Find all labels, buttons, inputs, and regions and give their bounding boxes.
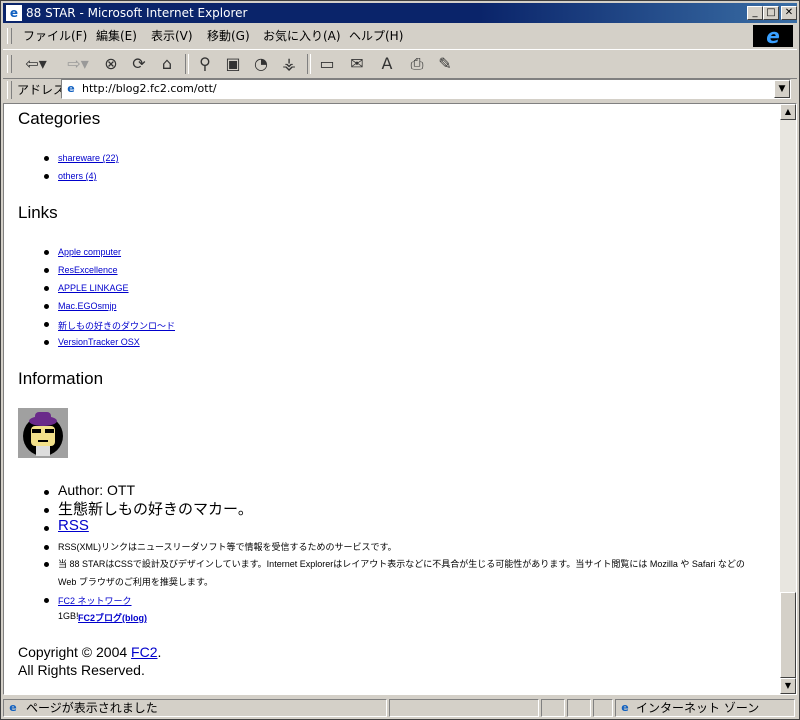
status-panel [541,699,565,717]
avatar [18,408,68,458]
status-panel [389,699,539,717]
link-mac-egosmjp[interactable]: Mac.EGOsmjp [58,301,117,311]
close-button[interactable]: ✕ [781,6,797,20]
ie-logo-icon: e [6,5,22,21]
search-icon[interactable]: ⚲ [193,53,217,75]
fc2-footer-link[interactable]: FC2 [131,644,157,660]
stop-icon[interactable]: ⊗ [99,53,123,75]
bullet [44,286,49,291]
home-icon[interactable]: ⌂ [155,53,179,75]
status-bar: e ページが表示されました e インターネット ゾーン [3,697,797,719]
maximize-button[interactable]: □ [763,6,779,20]
vertical-scrollbar[interactable]: ▲ ▼ [780,104,796,694]
title-bar: e 88 STAR - Microsoft Internet Explorer … [3,3,797,23]
fc2-network-link[interactable]: FC2 ネットワーク [58,594,132,607]
menu-file[interactable]: ファイル(F) [23,28,87,44]
bullet [44,268,49,273]
bullet [44,508,49,513]
edit-icon[interactable]: ✎ [433,53,457,75]
bullet [44,156,49,161]
address-url[interactable]: http://blog2.fc2.com/ott/ [82,81,217,97]
channels-icon[interactable]: ⚶ [277,53,301,75]
page-viewport: Categories shareware (22) others (4) Lin… [3,103,797,695]
bullet [44,545,49,550]
link-resexcellence[interactable]: ResExcellence [58,265,118,275]
status-text: ページが表示されました [26,701,158,715]
toolbar-separator [185,54,189,74]
bullet [44,340,49,345]
address-input[interactable]: e http://blog2.fc2.com/ott/ ▼ [61,79,791,99]
category-link-shareware[interactable]: shareware (22) [58,153,119,163]
status-main-panel: e ページが表示されました [3,699,387,717]
tagline-text: 生態新しもの好きのマカー。 [58,501,253,518]
fullscreen-icon[interactable]: ▭ [315,53,339,75]
menu-go[interactable]: 移動(G) [207,28,250,44]
menu-bar: ファイル(F) 編集(E) 表示(V) 移動(G) お気に入り(A) ヘルプ(H… [3,25,797,47]
bullet [44,174,49,179]
browser-notice: 当 88 STARはCSSで設計及びデザインしています。Internet Exp… [58,559,745,569]
address-dropdown-button[interactable]: ▼ [774,80,790,98]
link-download[interactable]: 新しもの好きのダウンロ～ド [58,319,175,332]
history-icon[interactable]: ◔ [249,53,273,75]
menu-view[interactable]: 表示(V) [151,28,193,44]
scroll-down-button[interactable]: ▼ [780,678,796,694]
copyright-period: . [157,644,162,660]
network-prefix: 1GB! [58,611,79,621]
link-versiontracker[interactable]: VersionTracker OSX [58,337,140,347]
menu-favorites[interactable]: お気に入り(A) [263,28,341,44]
window-title: 88 STAR - Microsoft Internet Explorer [26,6,248,20]
page-content: Categories shareware (22) others (4) Lin… [4,104,780,694]
category-link-others[interactable]: others (4) [58,171,97,181]
toolbar-separator [307,54,311,74]
back-icon[interactable]: ⇦▾ [19,53,53,75]
avatar-face-icon [23,412,63,456]
scroll-thumb[interactable] [780,592,796,678]
status-panel [593,699,613,717]
forward-icon[interactable]: ⇨▾ [61,53,95,75]
copyright-line: Copyright © 2004 FC2. [18,644,161,660]
links-heading: Links [18,203,58,222]
page-icon: e [67,82,75,95]
minimize-button[interactable]: _ [747,6,763,20]
zone-text: インターネット ゾーン [636,701,760,715]
font-icon[interactable]: A [375,53,399,75]
bullet [44,490,49,495]
refresh-icon[interactable]: ⟳ [127,53,151,75]
menu-edit[interactable]: 編集(E) [96,28,137,44]
rights-text: All Rights Reserved. [18,662,145,678]
toolbar-grip[interactable] [7,55,12,73]
browser-window: e 88 STAR - Microsoft Internet Explorer … [0,0,800,720]
security-zone-panel: e インターネット ゾーン [615,699,795,717]
bullet [44,562,49,567]
ie-brand-logo-icon: e [753,25,793,47]
rss-link[interactable]: RSS [58,517,89,534]
link-apple-linkage[interactable]: APPLE LINKAGE [58,283,129,293]
print-icon[interactable]: ⎙ [405,53,429,75]
information-heading: Information [18,369,104,388]
bullet [44,322,49,327]
mail-icon[interactable]: ✉ [345,53,369,75]
menu-grip[interactable] [7,28,12,44]
rss-description: RSS(XML)リンクはニュースリーダソフト等で情報を受信するためのサービスです… [58,542,397,552]
link-apple-computer[interactable]: Apple computer [58,247,121,257]
browser-notice-cont: Web ブラウザのご利用を推奨します。 [58,577,213,587]
menu-help[interactable]: ヘルプ(H) [349,28,403,44]
categories-heading: Categories [18,109,101,128]
fc2-blog-link[interactable]: FC2ブログ(blog) [78,611,147,624]
favorites-icon[interactable]: ▣ [221,53,245,75]
bullet [44,304,49,309]
address-grip[interactable] [7,81,12,99]
address-label: アドレス [17,83,66,97]
author-text: Author: OTT [58,482,136,498]
bullet [44,598,49,603]
address-bar: アドレス e http://blog2.fc2.com/ott/ ▼ [3,79,797,101]
bullet [44,526,49,531]
internet-zone-icon: e [621,701,629,714]
standard-toolbar: ⇦▾ ⇨▾ ⊗ ⟳ ⌂ ⚲ ▣ ◔ ⚶ ▭ ✉ A ⎙ ✎ [3,49,797,79]
bullet [44,250,49,255]
scroll-up-button[interactable]: ▲ [780,104,796,120]
status-panel [567,699,591,717]
page-done-icon: e [9,701,17,714]
copyright-text: Copyright © 2004 [18,644,132,660]
